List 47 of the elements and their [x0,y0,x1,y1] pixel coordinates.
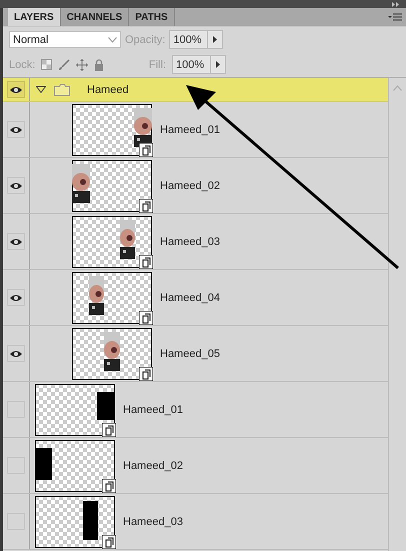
opacity-label: Opacity: [125,34,166,46]
smart-object-icon [102,478,116,492]
layer-name: Hameed_04 [160,292,220,304]
panel-tab[interactable]: CHANNELS [60,8,130,26]
layer-name: Hameed_02 [160,180,220,192]
smart-object-icon [139,310,153,324]
smart-object-icon [139,366,153,380]
smart-object-icon [102,534,116,548]
panel-tab[interactable]: PATHS [129,8,175,26]
smart-object-icon [139,198,153,212]
disclosure-triangle-icon[interactable] [36,86,46,93]
layer-name: Hameed_01 [160,124,220,136]
layer-row[interactable]: Hameed_03 [3,214,388,270]
layer-row[interactable]: Hameed_01 [3,382,388,438]
panel-tab[interactable]: LAYERS [8,8,61,26]
eye-icon[interactable] [7,121,25,138]
fill-label: Fill: [148,58,166,70]
layer-row[interactable]: Hameed_01 [3,102,388,158]
smart-object-icon [139,142,153,156]
brush-icon[interactable] [58,58,70,70]
layer-row[interactable]: Hameed_05 [3,326,388,382]
panel-menu-icon[interactable] [388,13,402,21]
layer-name: Hameed_01 [123,404,183,416]
folder-icon [54,84,70,96]
eye-icon[interactable] [7,81,25,98]
layer-row[interactable]: Hameed_02 [3,158,388,214]
smart-object-icon [139,254,153,268]
slider-arrow-icon[interactable] [213,36,218,43]
layer-name: Hameed_03 [123,516,183,528]
eye-icon[interactable] [7,345,25,362]
layer-name: Hameed_03 [160,236,220,248]
eye-icon[interactable] [7,289,25,306]
layer-name: Hameed_02 [123,460,183,472]
slider-arrow-icon[interactable] [216,61,220,68]
layer-row[interactable]: Hameed_02 [3,438,388,494]
layer-row[interactable]: Hameed_03 [3,494,388,550]
layer-name: Hameed_05 [160,348,220,360]
chevron-down-icon[interactable] [108,36,117,42]
eye-icon[interactable] [7,177,25,194]
layer-row[interactable]: Hameed_04 [3,270,388,326]
layer-group-row[interactable]: Hameed [3,78,388,102]
smart-object-icon [102,422,116,436]
layer-name: Hameed [87,84,129,96]
lock-label: Lock: [9,58,36,70]
blend-mode-dropdown[interactable]: Normal [9,31,121,48]
eye-icon[interactable] [7,233,25,250]
move-icon[interactable] [76,58,88,70]
